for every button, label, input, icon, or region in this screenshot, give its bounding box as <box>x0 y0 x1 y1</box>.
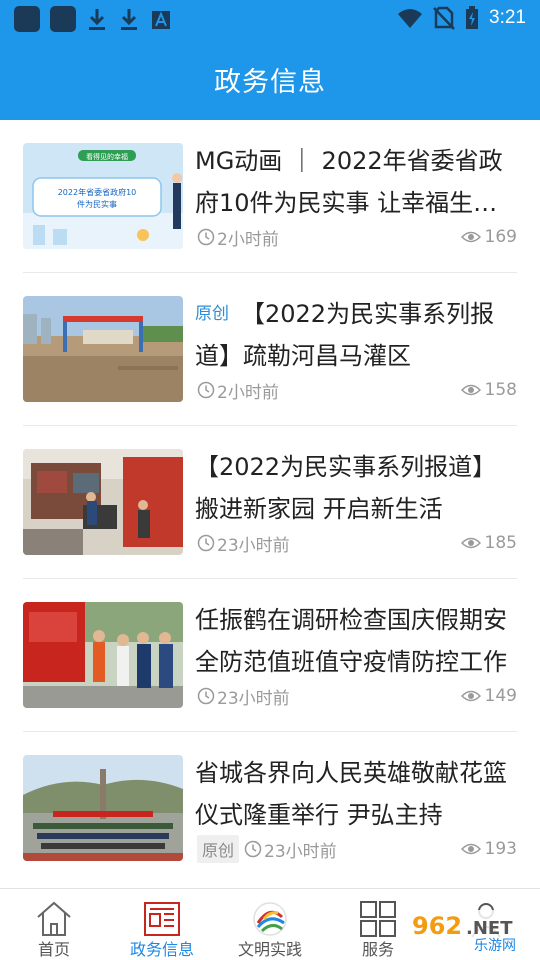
download-icon <box>86 6 108 32</box>
wifi-icon <box>398 9 423 28</box>
news-views-count: 158 <box>484 380 517 400</box>
news-time: 2小时前 <box>197 378 279 403</box>
watermark-suffix: .NET <box>466 918 513 939</box>
news-item[interactable]: 任振鹤在调研检查国庆假期安全防范值班值守疫情防控工作 23小时前 149 <box>23 579 517 732</box>
svg-text:件为民实事: 件为民实事 <box>77 199 117 209</box>
nav-home[interactable]: 首页 <box>0 889 108 960</box>
news-views: 193 <box>460 839 517 859</box>
news-time: 23小时前 <box>197 684 290 709</box>
news-thumbnail: 看得见的幸福 2022年省委省政府10 件为民实事 <box>23 143 183 249</box>
thumb-banner-top: 看得见的幸福 <box>86 152 128 161</box>
battery-icon <box>466 6 479 29</box>
svg-text:2022年省委省政府10: 2022年省委省政府10 <box>58 187 137 197</box>
status-time: 3:21 <box>489 7 526 28</box>
nav-label: 政务信息 <box>129 940 194 959</box>
original-badge: 原创 <box>197 835 240 863</box>
app-square-icon <box>50 6 76 32</box>
news-meta: 2小时前 158 <box>197 377 517 403</box>
news-time-text: 23小时前 <box>264 841 337 862</box>
site-watermark: 962 .NET 乐游网 <box>404 904 534 956</box>
status-bar: 3:21 <box>0 0 540 38</box>
clock-icon <box>197 228 215 246</box>
nav-civilization[interactable]: 文明实践 <box>216 889 324 960</box>
news-doc-icon <box>144 902 180 936</box>
civilization-logo-icon <box>253 902 287 936</box>
news-views-count: 193 <box>484 839 517 859</box>
news-item[interactable]: 原创 【2022为民实事系列报道】疏勒河昌马灌区 2小时前 158 <box>23 273 517 426</box>
grid-icon <box>360 901 396 937</box>
nav-label: 首页 <box>37 940 70 959</box>
news-meta: 原创 23小时前 193 <box>197 835 517 863</box>
watermark-site: 乐游网 <box>474 938 516 954</box>
page-title: 政务信息 <box>214 66 326 98</box>
nav-label: 文明实践 <box>237 940 302 959</box>
news-thumbnail <box>23 296 183 402</box>
news-title[interactable]: 原创 【2022为民实事系列报道】疏勒河昌马灌区 <box>195 293 517 377</box>
status-left-icons <box>14 6 172 32</box>
eye-icon <box>460 384 481 396</box>
clock-icon <box>197 381 215 399</box>
news-views: 158 <box>460 380 517 400</box>
news-time: 2小时前 <box>197 225 279 250</box>
news-time: 23小时前 <box>197 531 290 556</box>
news-title[interactable]: 任振鹤在调研检查国庆假期安全防范值班值守疫情防控工作 <box>195 599 517 683</box>
news-meta: 23小时前 185 <box>197 530 517 556</box>
news-views-count: 149 <box>484 686 517 706</box>
news-thumbnail <box>23 602 183 708</box>
news-time-text: 2小时前 <box>217 382 279 403</box>
original-tag: 原创 <box>195 304 229 324</box>
clock-icon <box>197 687 215 705</box>
news-item[interactable]: 省城各界向人民英雄敬献花篮仪式隆重举行 尹弘主持 原创 23小时前 193 <box>23 732 517 885</box>
eye-icon <box>460 231 481 243</box>
status-right-icons: 3:21 <box>397 6 526 30</box>
download-icon <box>118 6 140 32</box>
news-meta: 23小时前 149 <box>197 683 517 709</box>
news-title[interactable]: 【2022为民实事系列报道】搬进新家园 开启新生活 <box>195 446 517 530</box>
news-meta: 2小时前 169 <box>197 224 517 250</box>
news-item[interactable]: 【2022为民实事系列报道】搬进新家园 开启新生活 23小时前 185 <box>23 426 517 579</box>
app-square-icon <box>14 6 40 32</box>
watermark-number: 962 <box>412 912 462 940</box>
news-views-count: 185 <box>484 533 517 553</box>
eye-icon <box>460 690 481 702</box>
news-views: 185 <box>460 533 517 553</box>
news-title[interactable]: MG动画 ｜ 2022年省委省政府10件为民实事 让幸福生活更美好 <box>195 140 517 224</box>
news-time-text: 2小时前 <box>217 229 279 250</box>
news-title-text: 【2022为民实事系列报道】疏勒河昌马灌区 <box>195 300 495 370</box>
news-item[interactable]: 看得见的幸福 2022年省委省政府10 件为民实事 MG动画 ｜ 2022年省委… <box>23 120 517 273</box>
news-thumbnail <box>23 449 183 555</box>
clock-icon <box>197 534 215 552</box>
nav-gov-info[interactable]: 政务信息 <box>108 889 216 960</box>
news-thumbnail <box>23 755 183 861</box>
home-icon <box>37 901 71 936</box>
news-time-text: 23小时前 <box>217 688 290 709</box>
news-views: 169 <box>460 227 517 247</box>
news-title[interactable]: 省城各界向人民英雄敬献花篮仪式隆重举行 尹弘主持 <box>195 752 517 836</box>
app-header: 政务信息 <box>0 38 540 120</box>
a-badge-icon <box>150 6 172 32</box>
eye-icon <box>460 843 481 855</box>
clock-icon <box>244 840 262 858</box>
eye-icon <box>460 537 481 549</box>
news-views: 149 <box>460 686 517 706</box>
no-sim-icon <box>433 6 455 30</box>
news-time-text: 23小时前 <box>217 535 290 556</box>
news-time: 23小时前 <box>244 837 337 862</box>
news-views-count: 169 <box>484 227 517 247</box>
news-list: 看得见的幸福 2022年省委省政府10 件为民实事 MG动画 ｜ 2022年省委… <box>0 120 540 888</box>
